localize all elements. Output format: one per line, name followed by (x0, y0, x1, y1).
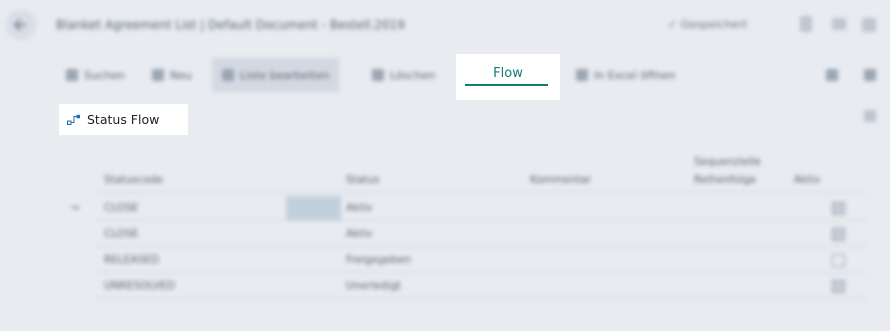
excel-icon (576, 69, 588, 81)
grid-icon (222, 69, 234, 81)
row-2-status[interactable]: Aktiv (346, 228, 373, 240)
action-new[interactable]: Neu (152, 58, 192, 92)
layout-icon (864, 69, 876, 81)
row-4-code[interactable]: UNRESOLVED (104, 280, 175, 292)
tab-flow-label: Flow (493, 66, 523, 81)
row-4-active-checkbox[interactable] (832, 280, 845, 293)
col-header-seq-line2[interactable]: Reihenfolge (694, 174, 756, 186)
page-title: Blanket Agreement List | Default Documen… (56, 18, 405, 32)
flow-icon (67, 114, 80, 125)
row-divider (96, 220, 866, 221)
filter-icon (826, 69, 838, 81)
col-header-comment[interactable]: Kommentar (530, 174, 591, 186)
row-divider (96, 272, 866, 273)
row-3-active-checkbox[interactable] (832, 254, 845, 267)
row-2-code[interactable]: CLOSE (104, 228, 138, 240)
row-3-status[interactable]: Freigegeben (346, 254, 411, 266)
view-layout-button[interactable] (864, 58, 876, 92)
saved-status: ✓ Gespeichert (668, 18, 748, 31)
row-1-code[interactable]: CLOSE (104, 202, 138, 214)
tab-flow-underline (465, 84, 548, 86)
row-divider (96, 246, 866, 247)
header-divider (96, 192, 866, 193)
row-indicator-icon: → (70, 202, 79, 214)
action-delete[interactable]: Löschen (372, 58, 435, 92)
action-edit-list-label: Liste bearbeiten (240, 68, 330, 82)
row-1-status[interactable]: Aktiv (346, 202, 373, 214)
action-open-excel[interactable]: In Excel öffnen (576, 58, 675, 92)
col-header-status[interactable]: Status (346, 174, 379, 186)
col-header-code[interactable]: Statuscode (104, 174, 163, 186)
action-delete-label: Löschen (390, 68, 436, 82)
row-2-active-checkbox[interactable] (832, 228, 845, 241)
action-edit-list[interactable]: Liste bearbeiten (212, 58, 340, 92)
col-header-seq-line1[interactable]: Sequenzielle (694, 156, 761, 168)
row-3-code[interactable]: RELEASED (104, 254, 159, 266)
action-search-label: Suchen (84, 68, 125, 82)
arrow-left-icon (13, 19, 26, 31)
bookmark-icon[interactable] (800, 16, 812, 32)
filter-button[interactable] (826, 58, 838, 92)
info-pane-icon[interactable] (864, 110, 876, 122)
search-icon (66, 69, 78, 81)
col-header-active[interactable]: Aktiv (794, 174, 821, 186)
back-button[interactable] (6, 10, 36, 40)
plus-icon (152, 69, 164, 81)
tab-flow[interactable]: Flow (456, 54, 560, 100)
row-1-active-checkbox[interactable] (832, 202, 845, 215)
share-icon[interactable] (832, 18, 846, 30)
row-divider (96, 298, 866, 299)
action-search[interactable]: Suchen (66, 58, 125, 92)
expand-icon[interactable] (862, 18, 876, 32)
trash-icon (372, 69, 384, 81)
action-open-excel-label: In Excel öffnen (594, 68, 676, 82)
status-flow-button[interactable]: Status Flow (59, 104, 188, 135)
action-new-label: Neu (170, 68, 192, 82)
row-4-status[interactable]: Unerledigt (346, 280, 401, 292)
status-flow-label: Status Flow (87, 112, 160, 127)
selected-cell[interactable] (286, 196, 341, 220)
